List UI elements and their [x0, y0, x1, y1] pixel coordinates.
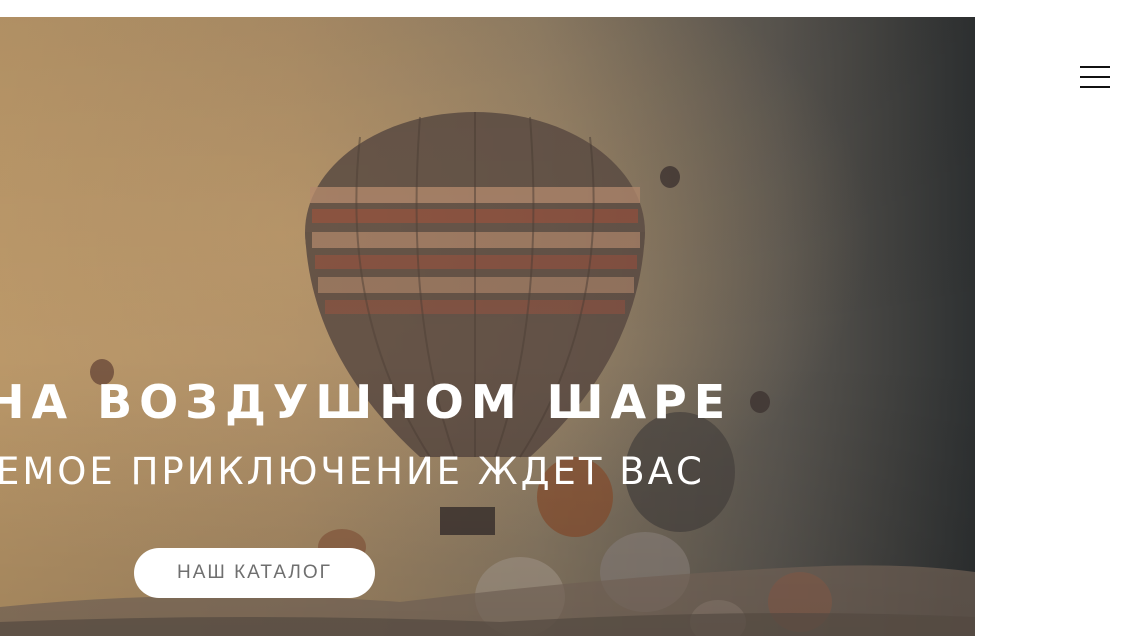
page: НА ВОЗДУШНОМ ШАРЕ ЕМОЕ ПРИКЛЮЧЕНИЕ ЖДЕТ …: [0, 0, 1141, 636]
hero-subtitle: ЕМОЕ ПРИКЛЮЧЕНИЕ ЖДЕТ ВАС: [0, 450, 705, 493]
hamburger-menu-icon[interactable]: [1078, 62, 1114, 94]
menu-line: [1080, 66, 1110, 68]
menu-line: [1080, 86, 1110, 88]
hero-title: НА ВОЗДУШНОМ ШАРЕ: [0, 375, 733, 429]
hero-banner: НА ВОЗДУШНОМ ШАРЕ ЕМОЕ ПРИКЛЮЧЕНИЕ ЖДЕТ …: [0, 17, 975, 636]
catalog-button[interactable]: НАШ КАТАЛОГ: [134, 548, 375, 598]
hero-overlay: [0, 17, 975, 636]
menu-line: [1080, 76, 1110, 78]
